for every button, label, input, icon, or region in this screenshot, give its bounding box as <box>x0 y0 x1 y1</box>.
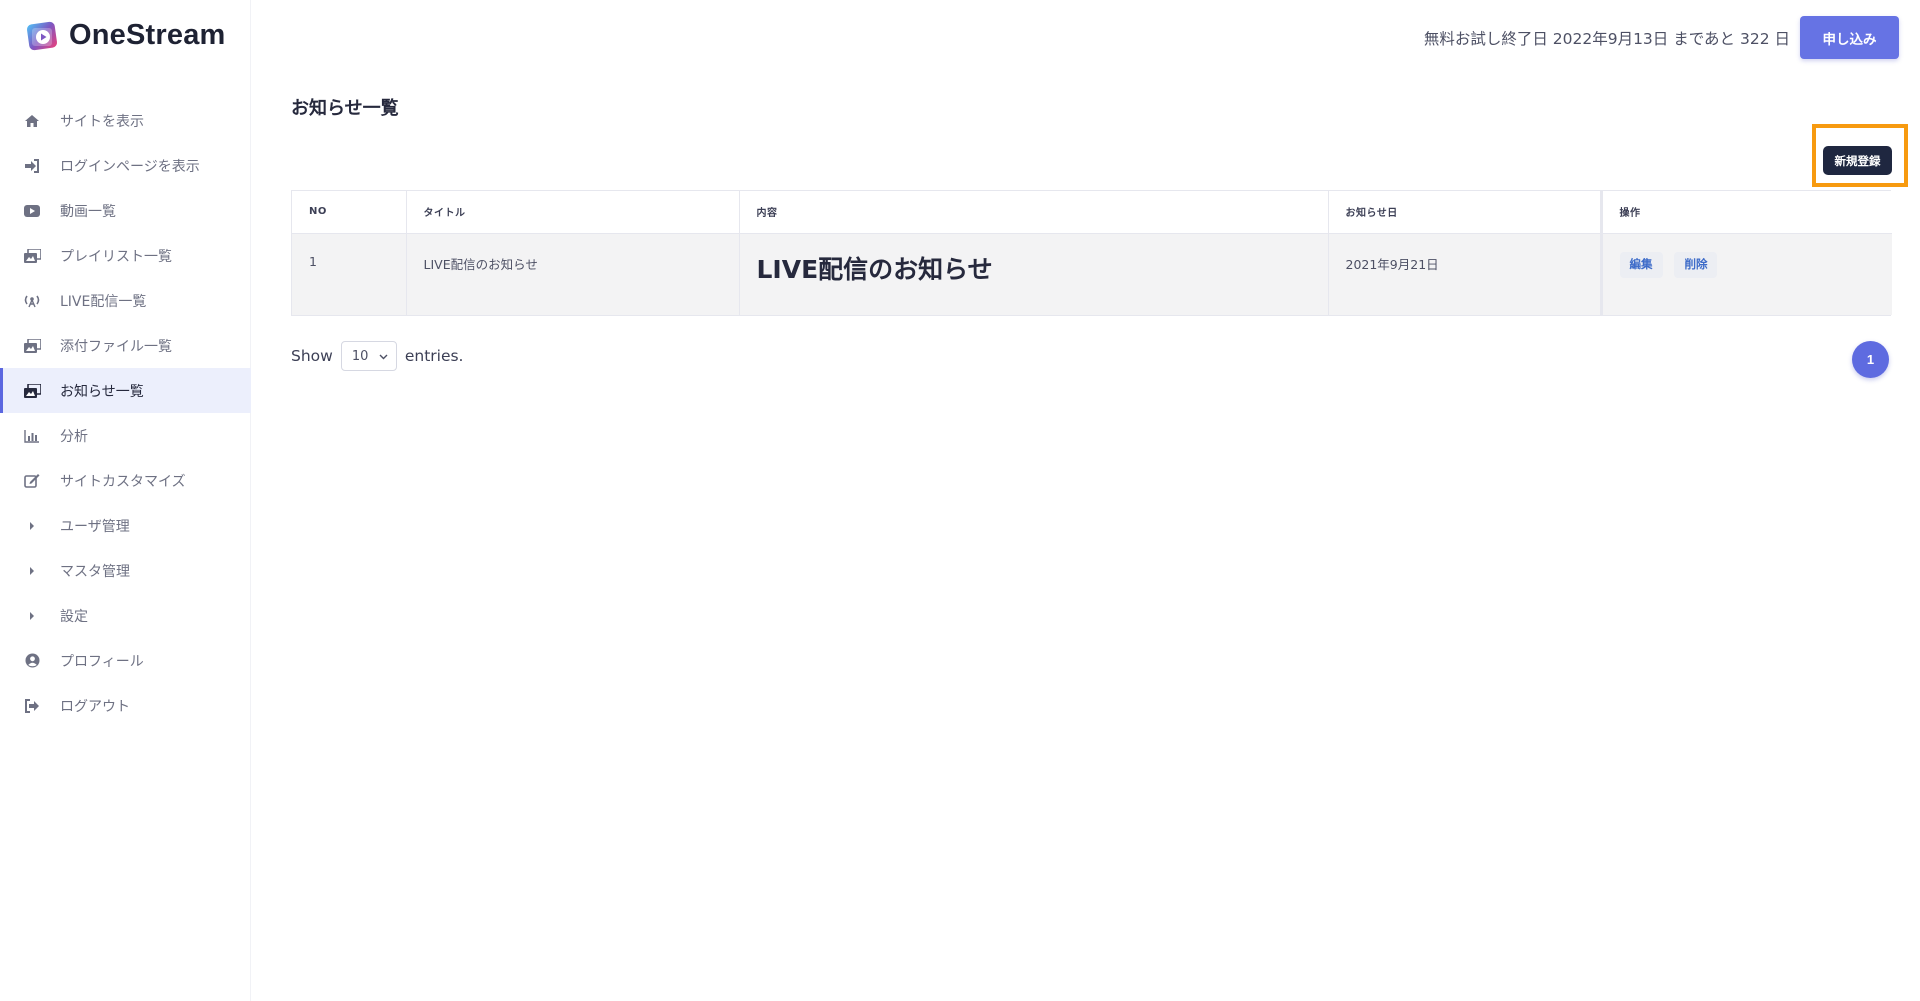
sidebar-item-live[interactable]: LIVE配信一覧 <box>0 278 251 323</box>
caret-right-icon <box>23 607 41 625</box>
cell-title: LIVE配信のお知らせ <box>406 233 740 315</box>
column-header-date[interactable]: お知らせ日 <box>1328 191 1602 234</box>
column-header-content[interactable]: 内容 <box>739 191 1329 234</box>
sidebar-item-label: 動画一覧 <box>60 203 116 220</box>
apply-button[interactable]: 申し込み <box>1800 16 1899 59</box>
content-heading: LIVE配信のお知らせ <box>756 254 993 284</box>
sidebar-item-videos[interactable]: 動画一覧 <box>0 188 251 233</box>
new-registration-button[interactable]: 新規登録 <box>1823 146 1892 175</box>
video-icon <box>23 202 41 220</box>
sidebar-item-label: ログインページを表示 <box>60 158 200 175</box>
edit-button[interactable]: 編集 <box>1619 251 1663 278</box>
chart-icon <box>23 427 41 445</box>
user-circle-icon <box>23 652 41 670</box>
home-icon <box>23 112 41 130</box>
sidebar-item-label: プロフィール <box>60 653 144 670</box>
delete-button[interactable]: 削除 <box>1674 251 1718 278</box>
sign-in-icon <box>23 157 41 175</box>
sidebar-item-view-site[interactable]: サイトを表示 <box>0 98 251 143</box>
entries-select-value: 10 <box>351 348 369 364</box>
chevron-down-icon <box>379 349 388 364</box>
cell-no: 1 <box>292 233 407 315</box>
sidebar-item-label: 添付ファイル一覧 <box>60 338 172 355</box>
sidebar-item-settings[interactable]: 設定 <box>0 593 251 638</box>
page-title: お知らせ一覧 <box>291 98 399 119</box>
sidebar-item-attachments[interactable]: 添付ファイル一覧 <box>0 323 251 368</box>
column-header-no[interactable]: NO <box>292 191 407 234</box>
sidebar-item-label: お知らせ一覧 <box>60 383 144 400</box>
cell-actions: 編集 削除 <box>1599 233 1892 315</box>
sidebar-item-label: 設定 <box>60 608 88 625</box>
table-header-row: NO タイトル 内容 お知らせ日 操作 <box>292 191 1892 234</box>
show-label: Show <box>291 347 333 365</box>
pagination-page-1[interactable]: 1 <box>1852 341 1889 378</box>
sidebar-item-master[interactable]: マスタ管理 <box>0 548 251 593</box>
entries-label: entries. <box>404 347 464 365</box>
table-row: 1 LIVE配信のお知らせ LIVE配信のお知らせ 2021年9月21日 編集 … <box>292 233 1892 315</box>
sidebar-item-users[interactable]: ユーザ管理 <box>0 503 251 548</box>
sidebar-item-view-login[interactable]: ログインページを表示 <box>0 143 251 188</box>
logo[interactable]: OneStream <box>25 18 226 52</box>
sidebar-item-label: LIVE配信一覧 <box>60 293 147 310</box>
entries-control: Show 10 entries. <box>291 341 463 371</box>
sidebar-item-label: ユーザ管理 <box>60 518 130 535</box>
sidebar-item-label: プレイリスト一覧 <box>60 248 172 265</box>
caret-right-icon <box>23 517 41 535</box>
caret-right-icon <box>23 562 41 580</box>
sidebar-item-profile[interactable]: プロフィール <box>0 638 251 683</box>
images-icon <box>23 382 41 400</box>
trial-status-text: 無料お試し終了日 2022年9月13日 まであと 322 日 <box>1423 30 1790 48</box>
logo-text: OneStream <box>69 18 226 51</box>
sidebar-item-customize[interactable]: サイトカスタマイズ <box>0 458 251 503</box>
sidebar-item-label: サイトを表示 <box>60 113 144 130</box>
sidebar-item-label: マスタ管理 <box>60 563 130 580</box>
sidebar-item-analytics[interactable]: 分析 <box>0 413 251 458</box>
column-header-title[interactable]: タイトル <box>406 191 740 234</box>
sidebar-item-label: 分析 <box>60 428 88 445</box>
sidebar: OneStream サイトを表示 ログインページを表示 動画一覧 プレイリスト一… <box>0 0 251 1001</box>
cell-date: 2021年9月21日 <box>1328 233 1602 315</box>
app-root: OneStream サイトを表示 ログインページを表示 動画一覧 プレイリスト一… <box>0 0 1920 1001</box>
sidebar-item-label: サイトカスタマイズ <box>60 473 186 490</box>
images-icon <box>23 247 41 265</box>
sidebar-item-playlists[interactable]: プレイリスト一覧 <box>0 233 251 278</box>
sign-out-icon <box>23 697 41 715</box>
sidebar-item-notices[interactable]: お知らせ一覧 <box>0 368 251 413</box>
column-header-actions: 操作 <box>1599 191 1892 234</box>
cell-content: LIVE配信のお知らせ <box>739 233 1329 315</box>
notices-table: NO タイトル 内容 お知らせ日 操作 1 LIVE配信のお知らせ LIVE配信… <box>291 190 1892 316</box>
images-icon <box>23 337 41 355</box>
broadcast-icon <box>23 292 41 310</box>
sidebar-nav: サイトを表示 ログインページを表示 動画一覧 プレイリスト一覧 LIVE配信一覧… <box>0 98 251 728</box>
sidebar-item-label: ログアウト <box>60 698 130 715</box>
logo-icon <box>25 18 59 52</box>
edit-icon <box>23 472 41 490</box>
entries-select[interactable]: 10 <box>340 341 397 371</box>
sidebar-item-logout[interactable]: ログアウト <box>0 683 251 728</box>
